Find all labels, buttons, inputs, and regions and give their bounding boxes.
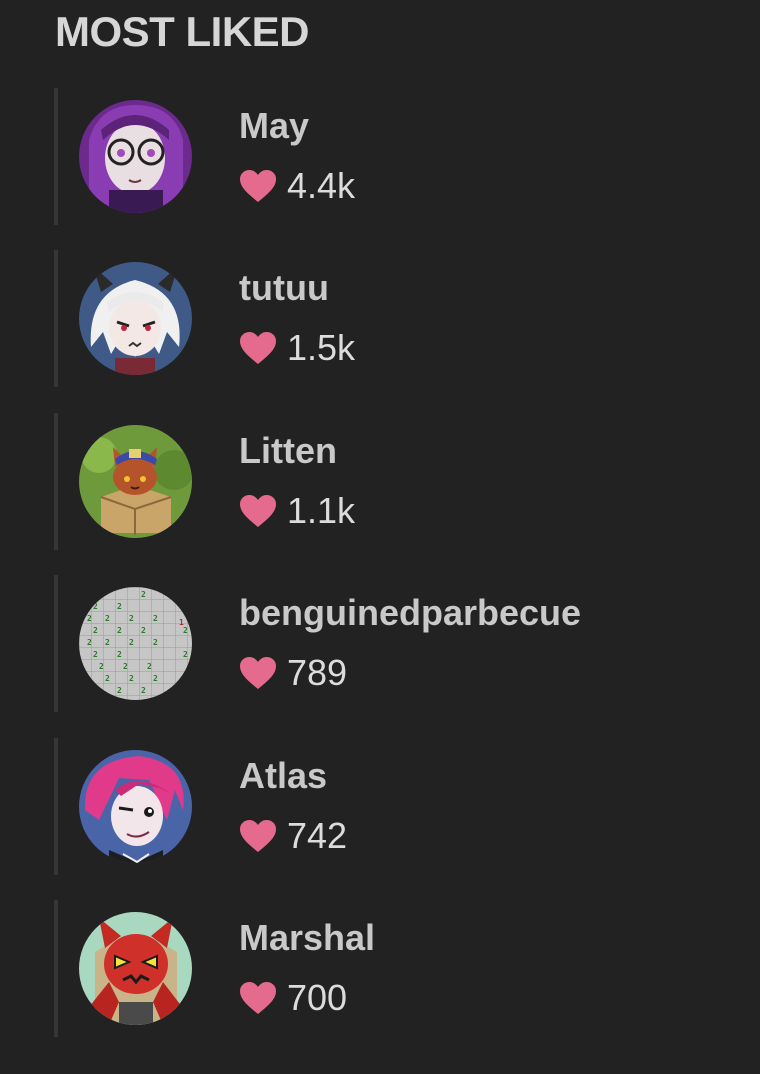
cat-in-box-avatar-icon [79,424,192,538]
avatar[interactable] [79,424,192,538]
white-haired-horned-avatar-icon [79,262,192,376]
svg-text:2: 2 [129,674,134,683]
list-item[interactable]: 222 2222 2222 2222 222 222 222 22 1 beng… [54,575,760,713]
svg-text:2: 2 [183,650,188,659]
svg-text:2: 2 [129,638,134,647]
avatar[interactable] [79,911,192,1025]
like-count: 742 [287,814,348,856]
svg-text:2: 2 [105,638,110,647]
most-liked-panel: MOST LIKED May 4.4k tutuu 1.5k Litten 1.… [0,0,760,1074]
list-item[interactable]: Marshal 700 [54,899,760,1037]
like-count-group: 1.1k [239,489,356,531]
svg-text:2: 2 [129,614,134,623]
svg-text:2: 2 [117,602,122,611]
like-count-group: 742 [239,814,348,856]
list-item[interactable]: tutuu 1.5k [54,250,760,388]
svg-text:2: 2 [141,686,146,695]
like-count-group: 789 [239,653,347,693]
user-name[interactable]: tutuu [239,266,329,310]
svg-text:2: 2 [87,638,92,647]
svg-text:2: 2 [93,602,98,611]
pink-haired-character-avatar-icon [79,749,192,863]
like-count: 1.1k [287,489,356,531]
user-name[interactable]: Marshal [239,916,375,960]
heart-icon [240,332,276,365]
heart-icon [240,170,276,202]
heart-icon [240,819,276,852]
svg-text:2: 2 [147,662,152,671]
user-name[interactable]: Atlas [239,754,327,798]
svg-text:2: 2 [153,674,158,683]
list-item[interactable]: May 4.4k [54,88,760,225]
svg-text:2: 2 [99,662,104,671]
avatar[interactable] [79,749,192,863]
svg-text:2: 2 [153,638,158,647]
most-liked-list: May 4.4k tutuu 1.5k Litten 1.1k 2 2 2 2 … [54,88,760,1062]
heart-icon [240,494,276,527]
svg-text:2: 2 [123,662,128,671]
avatar[interactable]: 222 2222 2222 2222 222 222 222 22 1 [79,587,192,701]
avatar[interactable] [79,100,192,213]
svg-text:2: 2 [153,614,158,623]
svg-text:2: 2 [117,626,122,635]
svg-text:2: 2 [183,626,188,635]
anime-girl-glasses-avatar-icon [79,100,192,213]
heart-icon [240,657,276,690]
svg-text:2: 2 [117,686,122,695]
red-demon-cat-avatar-icon [79,911,192,1025]
like-count-group: 1.5k [239,328,355,368]
like-count: 1.5k [287,327,356,369]
like-count-group: 700 [239,976,348,1018]
user-name[interactable]: benguinedparbecue [239,591,581,635]
section-title: MOST LIKED [55,8,310,55]
user-name[interactable]: Litten [239,429,337,473]
list-item[interactable]: Atlas 742 [54,737,760,875]
svg-text:2: 2 [93,626,98,635]
svg-text:2: 2 [105,614,110,623]
like-count: 700 [287,976,348,1018]
like-count: 789 [287,652,348,694]
svg-text:2: 2 [105,674,110,683]
svg-text:2: 2 [141,590,146,599]
svg-text:2: 2 [87,614,92,623]
like-count-group: 4.4k [239,166,355,206]
svg-text:2: 2 [93,650,98,659]
svg-text:2: 2 [117,650,122,659]
list-item[interactable]: Litten 1.1k [54,412,760,550]
like-count: 4.4k [287,165,356,206]
minesweeper-grid-avatar-icon: 2 22 2222 2222 2222 222 222 222 22 1 [79,587,192,701]
user-name[interactable]: May [239,104,309,148]
avatar[interactable] [79,262,192,376]
heart-icon [240,981,276,1014]
svg-text:1: 1 [179,618,184,627]
svg-text:2: 2 [141,626,146,635]
